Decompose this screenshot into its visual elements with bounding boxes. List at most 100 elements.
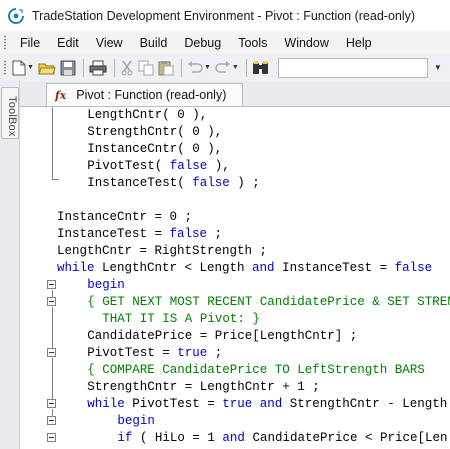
code-keyword: if [117, 431, 133, 445]
toolbox-label: ToolBox [6, 96, 18, 137]
menu-help[interactable]: Help [338, 36, 381, 50]
code-line[interactable]: StrengthCntr( 0 ), [87, 124, 222, 141]
code-line[interactable]: InstanceTest = false ; [57, 226, 222, 243]
code-line[interactable]: { GET NEXT MOST RECENT CandidatePrice & … [87, 294, 450, 311]
title-bar: TradeStation Development Environment - P… [0, 0, 450, 31]
toolbox-panel: ToolBox [0, 81, 20, 449]
menu-bar: File Edit View Build Debug Tools Window … [0, 31, 450, 54]
find-combo-dropdown-icon[interactable]: ▼ [434, 63, 442, 72]
code-comment: { GET NEXT MOST RECENT CandidatePrice & … [87, 295, 450, 309]
collapse-toggle-icon[interactable] [47, 399, 56, 408]
paste-button[interactable] [158, 58, 174, 78]
code-line[interactable]: CandidatePrice = Price[LengthCntr] ; [87, 328, 357, 345]
code-keyword: while [57, 261, 95, 275]
code-text: ( HiLo = 1 [132, 431, 223, 445]
code-keyword: begin [117, 414, 155, 428]
cut-button[interactable] [120, 58, 134, 78]
code-line[interactable]: StrengthCntr = LengthCntr + 1 ; [87, 379, 320, 396]
code-text: InstanceTest( [87, 176, 193, 190]
save-icon [60, 60, 76, 75]
code-line[interactable]: LengthCntr( 0 ), [87, 107, 207, 124]
collapse-toggle-icon[interactable] [47, 280, 56, 289]
code-line[interactable]: InstanceTest( false ) ; [87, 175, 260, 192]
code-text: StrengthCntr - Length [282, 397, 448, 411]
cut-icon [121, 60, 133, 75]
code-text: ; [207, 227, 223, 241]
code-text: InstanceCntr( 0 ), [87, 142, 223, 156]
code-text: ) ; [229, 176, 260, 190]
code-line[interactable]: begin [87, 277, 125, 294]
new-document-icon [12, 60, 26, 75]
code-text: StrengthCntr( 0 ), [87, 125, 223, 139]
code-text: InstanceTest = [274, 261, 395, 275]
tab-label: Pivot : Function (read-only) [76, 88, 227, 102]
code-text: CandidatePrice < Price[Len [244, 431, 448, 445]
menu-view[interactable]: View [88, 36, 132, 50]
outline-guide [52, 358, 53, 399]
code-line[interactable]: InstanceCntr = 0 ; [57, 209, 192, 226]
code-line[interactable]: begin [117, 413, 155, 430]
menu-edit[interactable]: Edit [49, 36, 88, 50]
code-line[interactable]: LengthCntr = RightStrength ; [57, 243, 267, 260]
copy-button[interactable] [138, 58, 154, 78]
toolbar-separator [245, 58, 247, 77]
code-line[interactable]: THAT IT IS A Pivot: } [102, 311, 260, 328]
outline-guide [52, 107, 53, 179]
code-keyword: while [87, 397, 125, 411]
find-combo-input[interactable] [277, 57, 428, 78]
code-line[interactable]: { COMPARE CandidatePrice TO LeftStrength… [87, 362, 425, 379]
toolbox-tab[interactable]: ToolBox [1, 87, 19, 139]
code-comment: THAT IT IS A Pivot: } [102, 312, 260, 326]
code-line[interactable]: if ( HiLo = 1 and CandidatePrice < Price… [117, 430, 447, 447]
code-line[interactable]: PivotTest( false ), [87, 158, 230, 175]
save-button[interactable] [60, 58, 76, 78]
collapse-toggle-icon[interactable] [47, 416, 56, 425]
code-text: LengthCntr( 0 ), [87, 108, 208, 122]
collapse-toggle-icon[interactable] [47, 348, 56, 357]
code-line[interactable]: InstanceCntr( 0 ), [87, 141, 222, 158]
redo-dropdown-icon[interactable]: ▼ [232, 64, 239, 71]
toolbar: ▼ ▼ ▼ ▼ [0, 54, 450, 82]
menu-tools[interactable]: Tools [230, 36, 276, 50]
code-keyword: false [394, 261, 433, 275]
outline-guide [52, 290, 53, 297]
print-button[interactable] [89, 58, 107, 78]
find-button[interactable] [252, 58, 270, 78]
code-text: StrengthCntr = LengthCntr + 1 ; [87, 380, 320, 394]
outline-guide [52, 307, 53, 348]
code-editor[interactable]: LengthCntr( 0 ), StrengthCntr( 0 ), Instan… [20, 107, 450, 449]
code-text: InstanceCntr = 0 ; [57, 210, 193, 224]
collapse-toggle-icon[interactable] [47, 297, 56, 306]
copy-icon [138, 60, 154, 75]
tab-pivot-function[interactable]: fx Pivot : Function (read-only) [46, 83, 243, 106]
code-keyword: begin [87, 278, 125, 292]
menu-build[interactable]: Build [132, 36, 177, 50]
menubar-grip[interactable] [3, 35, 7, 50]
code-keyword: false [169, 227, 208, 241]
open-folder-icon [38, 63, 56, 74]
code-line[interactable]: while LengthCntr < Length and InstanceTe… [57, 260, 432, 277]
new-dropdown-icon[interactable]: ▼ [27, 64, 34, 71]
redo-icon [215, 60, 230, 73]
print-icon [89, 60, 107, 75]
function-fx-icon: fx [55, 88, 67, 102]
undo-icon [187, 60, 203, 73]
new-button[interactable]: ▼ [12, 58, 34, 78]
open-button[interactable] [38, 58, 56, 78]
toolbar-separator [82, 58, 84, 77]
code-line[interactable]: PivotTest = true ; [87, 345, 222, 362]
undo-dropdown-icon[interactable]: ▼ [204, 64, 211, 71]
menu-file[interactable]: File [12, 36, 49, 50]
redo-button[interactable]: ▼ [215, 58, 239, 78]
undo-button[interactable]: ▼ [187, 58, 211, 78]
toolbar-separator [113, 58, 115, 77]
code-line[interactable]: while PivotTest = true and StrengthCntr … [87, 396, 447, 413]
code-keyword: and [222, 431, 245, 445]
menu-window[interactable]: Window [276, 36, 337, 50]
code-text: PivotTest = [87, 346, 178, 360]
code-keyword: and [252, 261, 275, 275]
collapse-toggle-icon[interactable] [47, 433, 56, 442]
code-text: CandidatePrice = Price[LengthCntr] ; [87, 329, 358, 343]
toolbar-grip[interactable] [3, 60, 7, 75]
menu-debug[interactable]: Debug [176, 36, 230, 50]
